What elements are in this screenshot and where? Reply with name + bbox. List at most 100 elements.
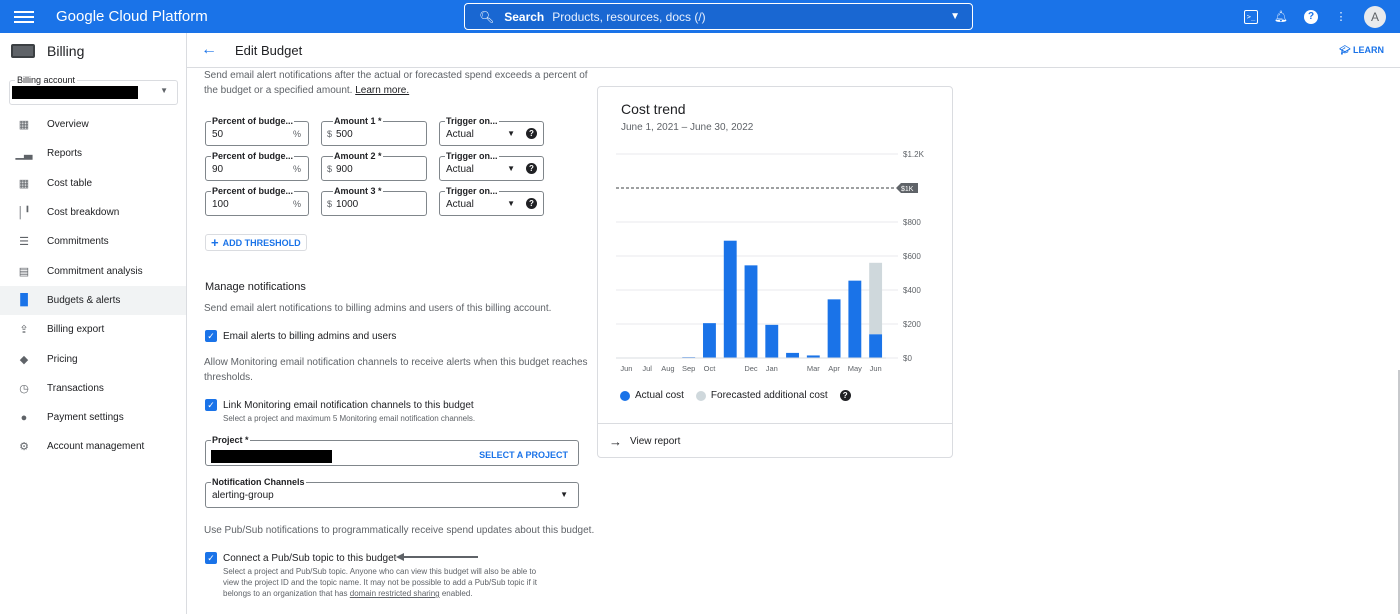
notification-channels-label: Notification Channels [211,477,306,487]
threshold-amount-value: 1000 [336,199,359,210]
sidebar-item-commitment-analysis[interactable]: ▤ Commitment analysis [0,256,186,285]
sidebar: Billing Billing account ▼ ▦ Overview ▁▃ Rep… [0,33,187,614]
dashboard-icon: ▦ [18,119,30,132]
sidebar-item-account-management[interactable]: ⚙︎ Account management [0,432,186,461]
sidebar-item-payment-settings[interactable]: ● Payment settings [0,403,186,432]
person-icon: ● [20,411,28,424]
gear-icon: ⚙︎ [19,441,29,454]
threshold-trigger-select[interactable]: Trigger on... Actual ▼ ? [439,151,544,181]
sidebar-item-transactions[interactable]: ◷ Transactions [0,374,186,403]
x-tick-label: Sep [682,364,695,373]
domain-restricted-sharing-link[interactable]: domain restricted sharing [350,589,440,598]
more-vert-icon[interactable]: ⋮ [1334,10,1348,24]
threshold-amount-value: 900 [336,164,353,175]
currency-prefix: $ [327,164,333,174]
avatar[interactable]: A [1364,5,1386,28]
pubsub-sub-line1: Select a project and Pub/Sub topic. Anyo… [223,567,537,576]
cloud-shell-icon[interactable]: >_ [1244,9,1258,24]
help-icon[interactable]: ? [526,128,537,139]
dropdown-arrow-icon[interactable]: ▼ [507,164,515,173]
threshold-percent-field[interactable]: Percent of budge... 90 % [205,151,309,181]
bar-forecast-jun [869,262,883,335]
x-tick-label: Jun [870,364,882,373]
tag-icon: ◆ [19,353,29,366]
sidebar-item-overview[interactable]: ▦ Overview [0,110,186,139]
y-tick-label: $1.2K [903,150,925,159]
notifications-bell-icon[interactable]: 🔔︎ [1274,10,1288,24]
dropdown-arrow-icon[interactable]: ▼ [160,86,168,95]
sidebar-item-commitments[interactable]: ☰ Commitments [0,227,186,256]
bar-actual-may [848,280,862,358]
chart-legend: Actual cost Forecasted additional cost ? [620,390,851,401]
history-icon: ◷ [19,382,29,395]
threshold-percent-value: 50 [212,129,224,140]
threshold-amount-field[interactable]: Amount 3 * $ 1000 [321,186,427,216]
notification-channels-select[interactable]: Notification Channels alerting-group ▼ [205,477,579,508]
threshold-percent-field[interactable]: Percent of budge... 50 % [205,116,309,146]
y-tick-label: $600 [903,252,921,261]
threshold-amount-field[interactable]: Amount 2 * $ 900 [321,151,427,181]
select-project-button[interactable]: SELECT A PROJECT [479,450,568,460]
brand-name[interactable]: Google Cloud Platform [56,8,208,25]
sidebar-item-reports[interactable]: ▁▃ Reports [0,139,186,168]
bar-actual-nov [723,240,737,358]
dropdown-arrow-icon[interactable]: ▼ [507,129,515,138]
bar-actual-feb [786,352,799,358]
legend-forecast-label: Forecasted additional cost [710,390,828,401]
threshold-trigger-value: Actual [446,199,474,210]
project-field[interactable]: Project * SELECT A PROJECT [205,435,579,466]
email-alerts-checkbox[interactable]: ✓ [205,330,217,342]
threshold-percent-label: Percent of budge... [211,186,295,196]
monitoring-desc-line2: thresholds. [204,372,253,383]
threshold-trigger-select[interactable]: Trigger on... Actual ▼ ? [439,186,544,216]
help-icon[interactable]: ? [839,390,851,401]
pubsub-desc: Use Pub/Sub notifications to programmati… [204,525,595,536]
billing-account-select[interactable]: Billing account ▼ [9,75,178,105]
search-icon: 🔍︎ [479,9,495,24]
chevron-down-icon[interactable]: ▼ [950,11,960,22]
help-icon[interactable]: ? [1304,9,1318,24]
sidebar-item-pricing[interactable]: ◆ Pricing [0,344,186,373]
help-icon[interactable]: ? [526,198,537,209]
legend-forecast-swatch [695,390,706,401]
view-report-link[interactable]: → View report [598,423,952,458]
hamburger-menu-icon[interactable] [14,8,34,26]
pubsub-label: Connect a Pub/Sub topic to this budget [223,553,397,564]
link-monitoring-checkbox[interactable]: ✓ [205,399,217,411]
x-tick-label: Jun [620,364,632,373]
learn-button[interactable]: 🎓︎ LEARN [1339,45,1384,56]
dropdown-arrow-icon[interactable]: ▼ [560,490,568,499]
threshold-trigger-value: Actual [446,129,474,140]
dropdown-arrow-icon[interactable]: ▼ [507,199,515,208]
threshold-percent-field[interactable]: Percent of budge... 100 % [205,186,309,216]
threshold-trigger-select[interactable]: Trigger on... Actual ▼ ? [439,116,544,146]
redacted-project-name [211,450,332,463]
redacted-account-name [12,86,138,99]
notifications-desc: Send email alert notifications to billin… [204,303,552,314]
cost-trend-chart: $0 $200 $400 $600 $800 $1.2K $1K Jun Jul Aug Sep Oc… [616,150,925,373]
bar-actual-oct [703,323,716,358]
bar-actual-dec [744,265,758,358]
search-placeholder: Products, resources, docs (/) [552,9,706,24]
link-monitoring-label: Link Monitoring email notification chann… [223,400,474,411]
learn-label: LEARN [1353,45,1384,55]
sidebar-item-cost-breakdown[interactable]: │╹ Cost breakdown [0,198,186,227]
pubsub-checkbox[interactable]: ✓ [205,552,217,564]
threshold-amount-field[interactable]: Amount 1 * $ 500 [321,116,427,146]
threshold-amount-label: Amount 2 * [333,151,383,161]
sidebar-item-budgets-alerts[interactable]: ▐▌ Budgets & alerts [0,285,186,316]
cost-trend-card: Cost trend June 1, 2021 – June 30, 2022 … [597,86,953,458]
project-label: Project * [211,435,250,445]
sidebar-item-billing-export[interactable]: ⇪ Billing export [0,315,186,344]
pubsub-sub-line4: enabled. [441,589,473,598]
x-tick-label: May [848,364,862,373]
back-arrow-icon[interactable]: ← [201,41,217,59]
waterfall-icon: │╹ [17,207,31,220]
sidebar-item-cost-table[interactable]: ▦ Cost table [0,169,186,198]
billing-icon [11,44,35,58]
top-app-bar: Google Cloud Platform 🔍︎ Search Products… [0,0,1400,33]
add-threshold-button[interactable]: + ADD THRESHOLD [205,234,307,251]
help-icon[interactable]: ? [526,163,537,174]
search-input[interactable]: 🔍︎ Search Products, resources, docs (/) … [464,3,973,30]
learn-more-link[interactable]: Learn more. [355,85,409,96]
